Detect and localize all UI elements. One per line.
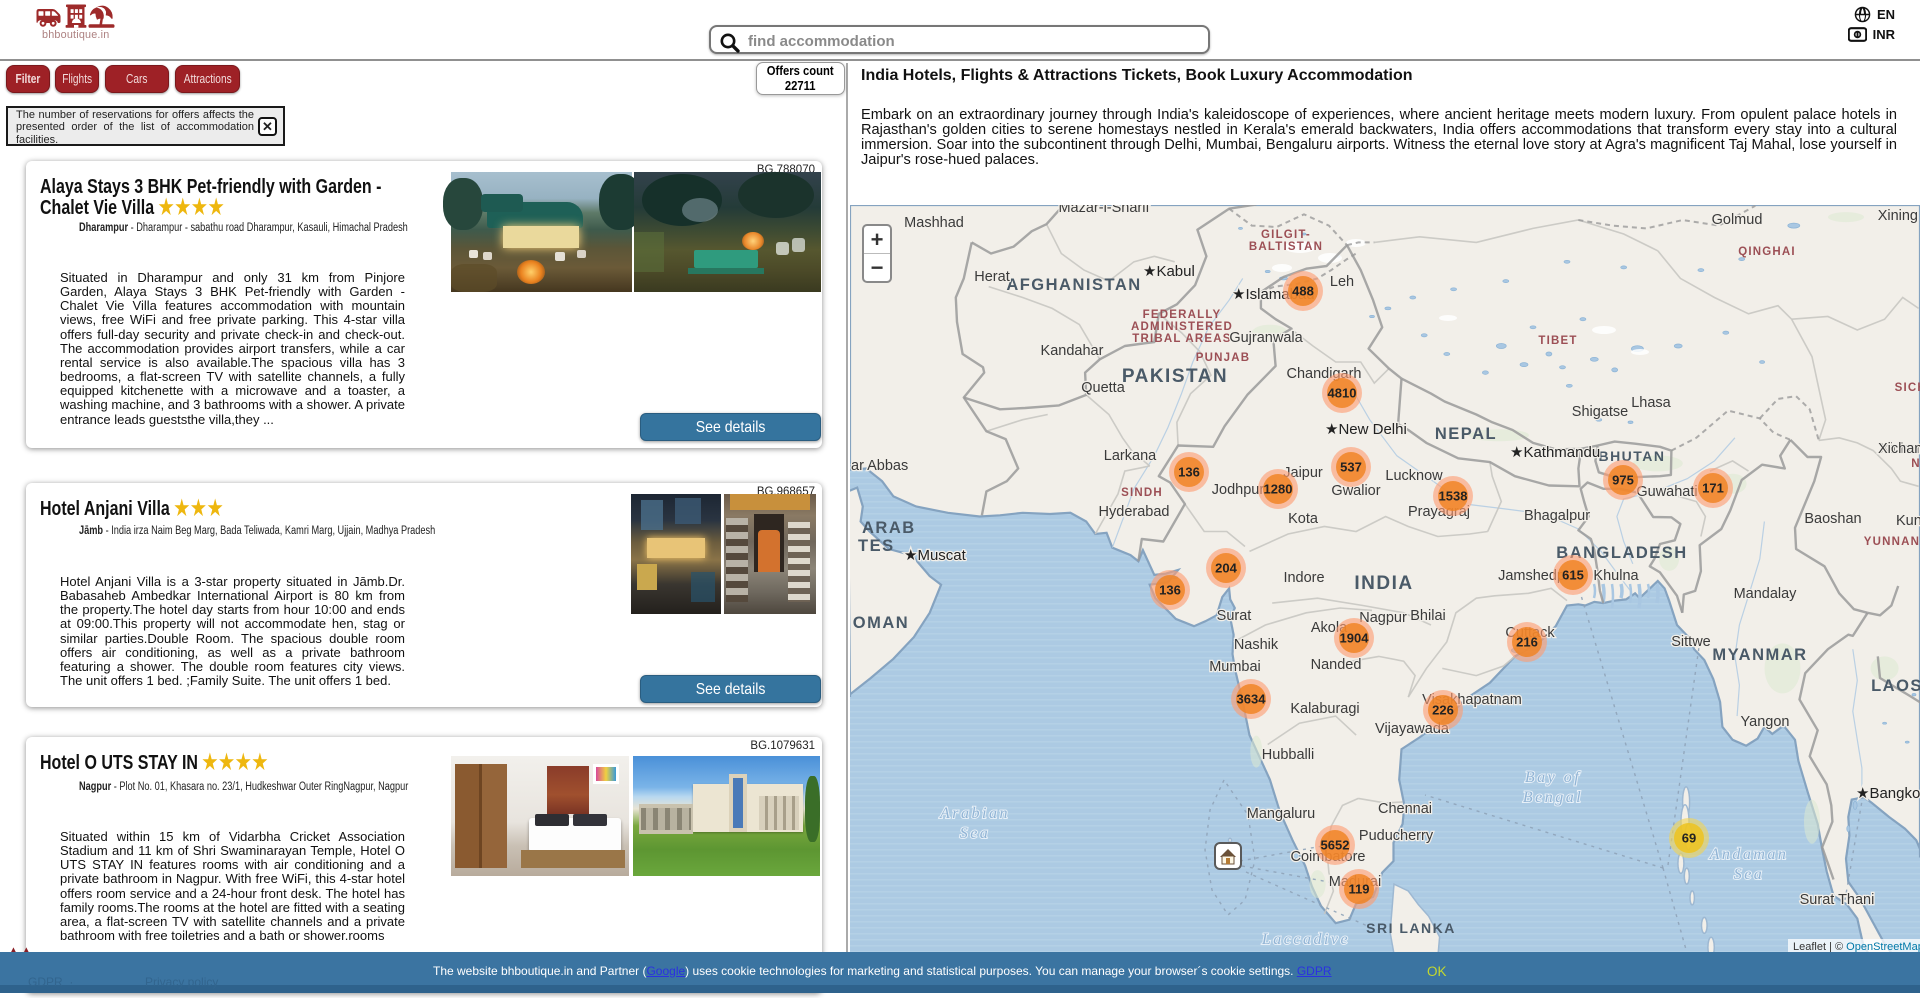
svg-text:SRI LANKA: SRI LANKA <box>1366 920 1456 936</box>
svg-text:★Muscat: ★Muscat <box>904 547 967 564</box>
svg-text:Gujranwala: Gujranwala <box>1229 330 1303 346</box>
svg-text:Quetta: Quetta <box>1081 380 1125 396</box>
svg-text:Bhagalpur: Bhagalpur <box>1524 508 1590 524</box>
svg-text:Mazar-i-Sharif: Mazar-i-Sharif <box>1058 205 1150 216</box>
svg-text:Sittwe: Sittwe <box>1671 634 1711 650</box>
svg-text:Kandahar: Kandahar <box>1041 343 1104 359</box>
svg-text:Yangon: Yangon <box>1741 714 1790 730</box>
svg-text:1280: 1280 <box>1264 482 1293 497</box>
svg-text:537: 537 <box>1340 460 1362 475</box>
svg-text:PUNJAB: PUNJAB <box>1196 352 1251 364</box>
svg-text:TRIBAL AREAS: TRIBAL AREAS <box>1132 333 1231 345</box>
svg-text:SICHUAN: SICHUAN <box>1895 382 1920 394</box>
svg-text:615: 615 <box>1562 568 1584 583</box>
svg-text:Hyderabad: Hyderabad <box>1099 504 1170 520</box>
svg-text:Surat: Surat <box>1217 608 1252 624</box>
svg-text:1904: 1904 <box>1340 631 1370 646</box>
svg-text:Larkana: Larkana <box>1104 448 1157 464</box>
svg-text:Kota: Kota <box>1288 511 1319 527</box>
svg-text:Arabian: Arabian <box>939 805 1010 822</box>
svg-text:Chennai: Chennai <box>1378 801 1432 817</box>
svg-text:YUNNAN: YUNNAN <box>1864 536 1920 548</box>
svg-text:ARAB: ARAB <box>862 519 916 537</box>
svg-text:Lhasa: Lhasa <box>1631 395 1671 411</box>
svg-text:BHUTAN: BHUTAN <box>1598 448 1665 464</box>
svg-text:INDIA: INDIA <box>1354 573 1413 594</box>
svg-text:Mangaluru: Mangaluru <box>1247 806 1316 822</box>
svg-text:Xining: Xining <box>1878 208 1918 224</box>
svg-text:Shigatse: Shigatse <box>1572 404 1628 420</box>
svg-text:Leh: Leh <box>1330 274 1354 290</box>
svg-text:204: 204 <box>1215 561 1237 576</box>
svg-text:Kunming: Kunming <box>1896 513 1920 529</box>
svg-text:OMAN: OMAN <box>853 614 909 632</box>
svg-text:★New Delhi: ★New Delhi <box>1325 421 1407 438</box>
svg-text:Nashik: Nashik <box>1234 637 1279 653</box>
svg-text:Andaman: Andaman <box>1709 846 1789 863</box>
svg-text:Mashhad: Mashhad <box>904 215 964 231</box>
svg-text:Jodhpur: Jodhpur <box>1212 482 1265 498</box>
svg-text:SINDH: SINDH <box>1121 487 1163 499</box>
svg-text:69: 69 <box>1682 831 1696 846</box>
svg-text:Guwahati: Guwahati <box>1636 484 1697 500</box>
svg-text:AFGHANISTAN: AFGHANISTAN <box>1006 276 1141 294</box>
svg-text:FEDERALLY: FEDERALLY <box>1143 309 1222 321</box>
svg-text:Laccadive: Laccadive <box>1261 931 1350 948</box>
svg-text:★Bangkok: ★Bangkok <box>1856 785 1920 802</box>
svg-text:Baoshan: Baoshan <box>1804 511 1861 527</box>
svg-text:NEPAL: NEPAL <box>1435 425 1497 443</box>
svg-text:226: 226 <box>1432 703 1454 718</box>
svg-text:Mumbai: Mumbai <box>1209 659 1261 675</box>
svg-text:MYANMAR: MYANMAR <box>1712 646 1807 664</box>
svg-text:171: 171 <box>1702 481 1724 496</box>
svg-text:Surat Thani: Surat Thani <box>1800 892 1875 908</box>
svg-text:Xichang: Xichang <box>1878 441 1920 457</box>
svg-text:★Kathmandu: ★Kathmandu <box>1510 444 1600 461</box>
svg-text:3634: 3634 <box>1237 692 1267 707</box>
svg-text:1538: 1538 <box>1439 489 1468 504</box>
svg-text:Lucknow: Lucknow <box>1385 468 1443 484</box>
svg-text:Sea: Sea <box>960 825 991 842</box>
svg-text:Indore: Indore <box>1283 570 1324 586</box>
svg-text:Bengal: Bengal <box>1523 789 1583 806</box>
svg-text:TIBET: TIBET <box>1538 335 1577 347</box>
svg-text:TES: TES <box>858 537 895 555</box>
svg-text:Puducherry: Puducherry <box>1359 828 1434 844</box>
svg-text:136: 136 <box>1178 465 1200 480</box>
svg-text:BALTISTAN: BALTISTAN <box>1249 241 1323 253</box>
svg-text:216: 216 <box>1516 635 1538 650</box>
svg-text:QINGHAI: QINGHAI <box>1738 246 1796 258</box>
svg-text:Khulna: Khulna <box>1593 568 1639 584</box>
svg-text:4810: 4810 <box>1328 386 1357 401</box>
svg-text:ADMINISTERED: ADMINISTERED <box>1131 321 1233 333</box>
svg-text:Sea: Sea <box>1734 866 1765 883</box>
svg-text:Kalaburagi: Kalaburagi <box>1290 701 1359 717</box>
svg-text:ar Abbas: ar Abbas <box>851 458 908 474</box>
svg-text:Herat: Herat <box>974 269 1009 285</box>
svg-text:Bay of: Bay of <box>1525 769 1581 786</box>
svg-text:5652: 5652 <box>1321 838 1350 853</box>
svg-text:119: 119 <box>1349 882 1370 897</box>
svg-text:975: 975 <box>1612 473 1634 488</box>
svg-text:Hubballi: Hubballi <box>1262 747 1314 763</box>
svg-text:★Kabul: ★Kabul <box>1143 263 1195 280</box>
svg-text:N: N <box>1911 458 1920 470</box>
svg-text:Golmud: Golmud <box>1712 212 1763 228</box>
svg-text:PAKISTAN: PAKISTAN <box>1122 366 1228 387</box>
svg-text:LAOS: LAOS <box>1871 677 1920 695</box>
svg-text:Bhilai: Bhilai <box>1410 608 1445 624</box>
svg-text:Nanded: Nanded <box>1311 657 1362 673</box>
svg-text:488: 488 <box>1292 284 1314 299</box>
svg-text:GILGIT-: GILGIT- <box>1261 229 1311 241</box>
svg-text:136: 136 <box>1159 583 1181 598</box>
svg-text:Mandalay: Mandalay <box>1734 586 1798 602</box>
